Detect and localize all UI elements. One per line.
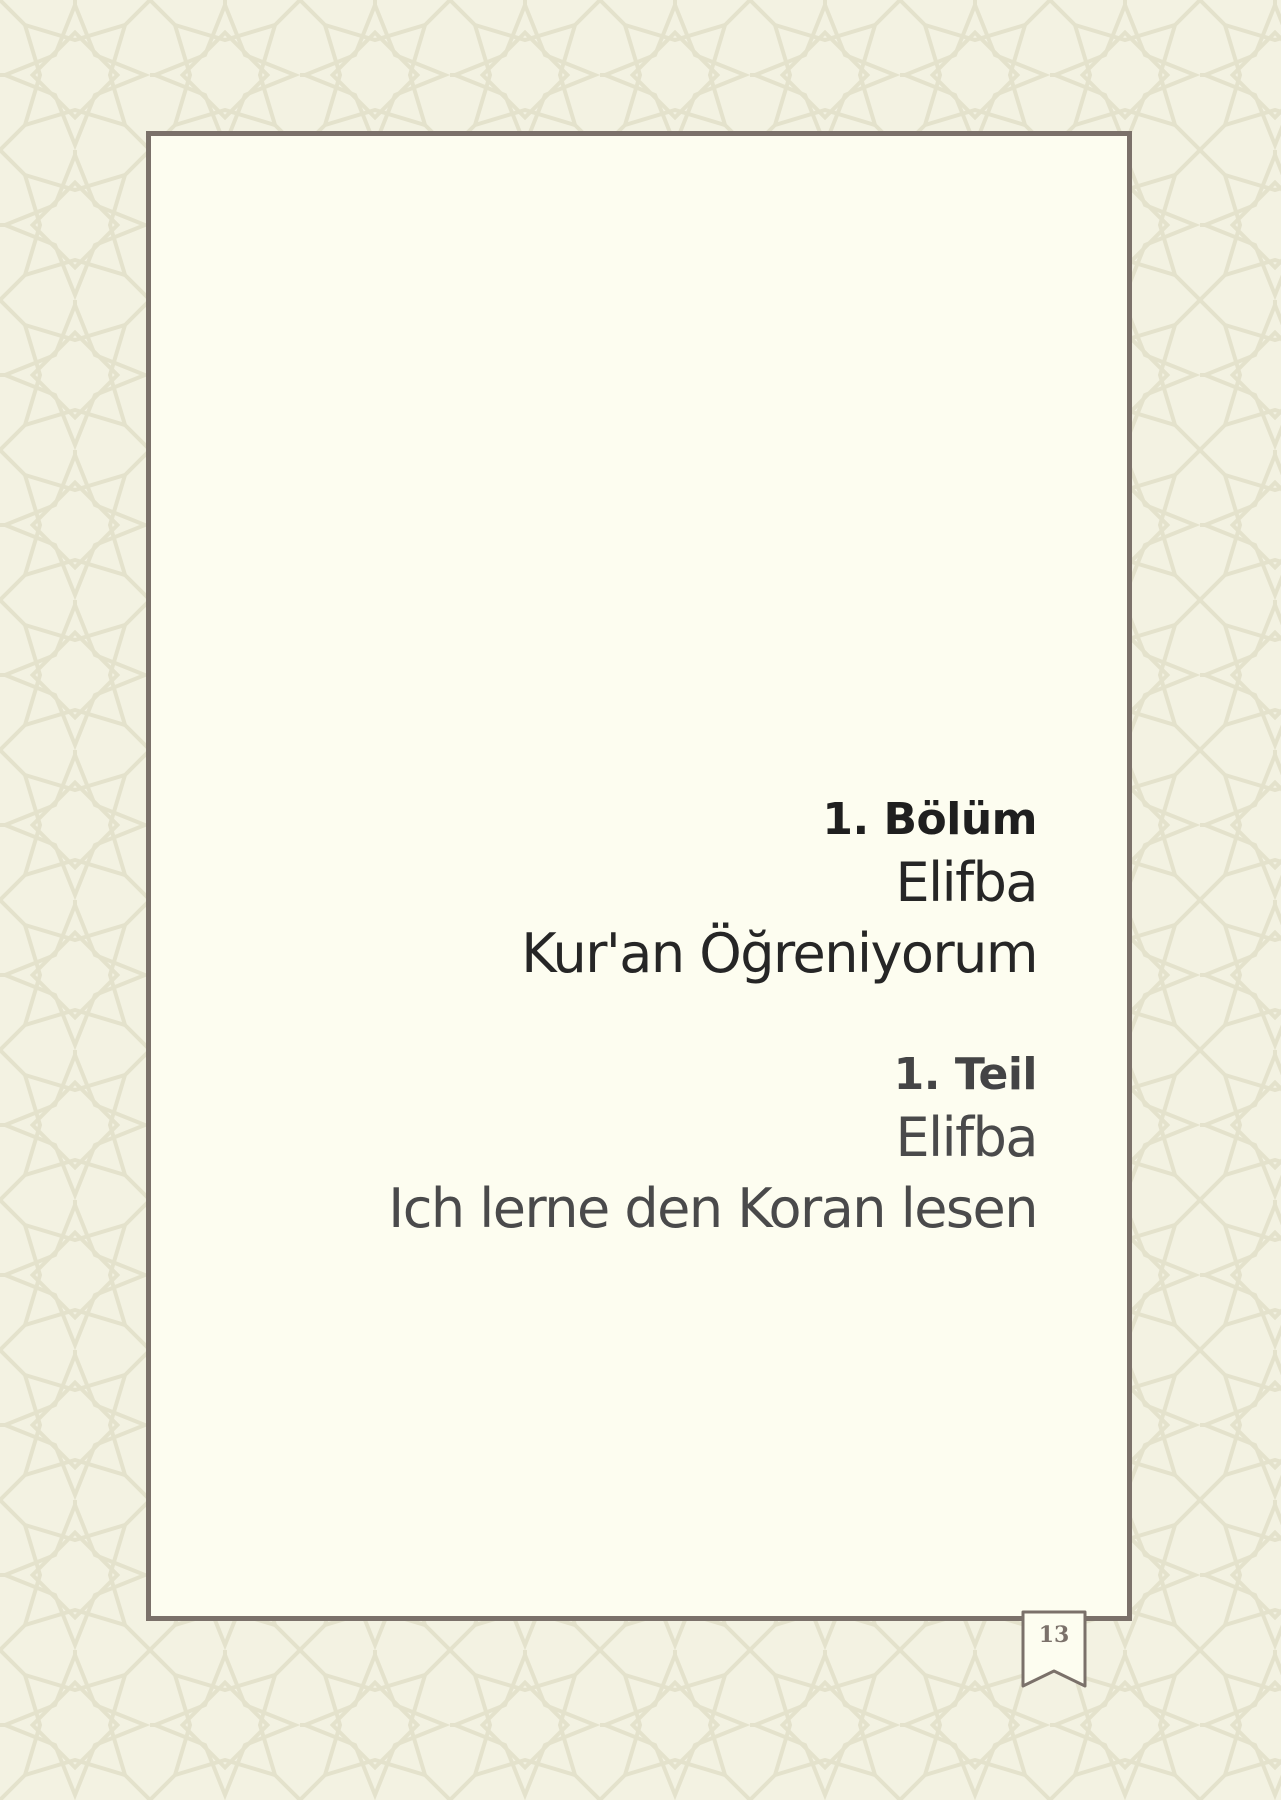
chapter-subtitle-tr-2: Kur'an Öğreniyorum xyxy=(521,922,1038,986)
chapter-title-block: 1. Bölüm Elifba Kur'an Öğreniyorum 1. Te… xyxy=(388,794,1038,1245)
page-number: 13 xyxy=(1038,1622,1070,1648)
bookmark-ribbon-icon xyxy=(1021,1610,1087,1688)
chapter-heading-de: 1. Teil xyxy=(893,1049,1038,1101)
chapter-subtitle-de-2: Ich lerne den Koran lesen xyxy=(388,1177,1038,1241)
chapter-subtitle-de-1: Elifba xyxy=(895,1106,1038,1170)
content-frame: 1. Bölüm Elifba Kur'an Öğreniyorum 1. Te… xyxy=(146,131,1132,1621)
chapter-heading-tr: 1. Bölüm xyxy=(822,794,1037,845)
chapter-subtitle-tr-1: Elifba xyxy=(895,850,1038,914)
